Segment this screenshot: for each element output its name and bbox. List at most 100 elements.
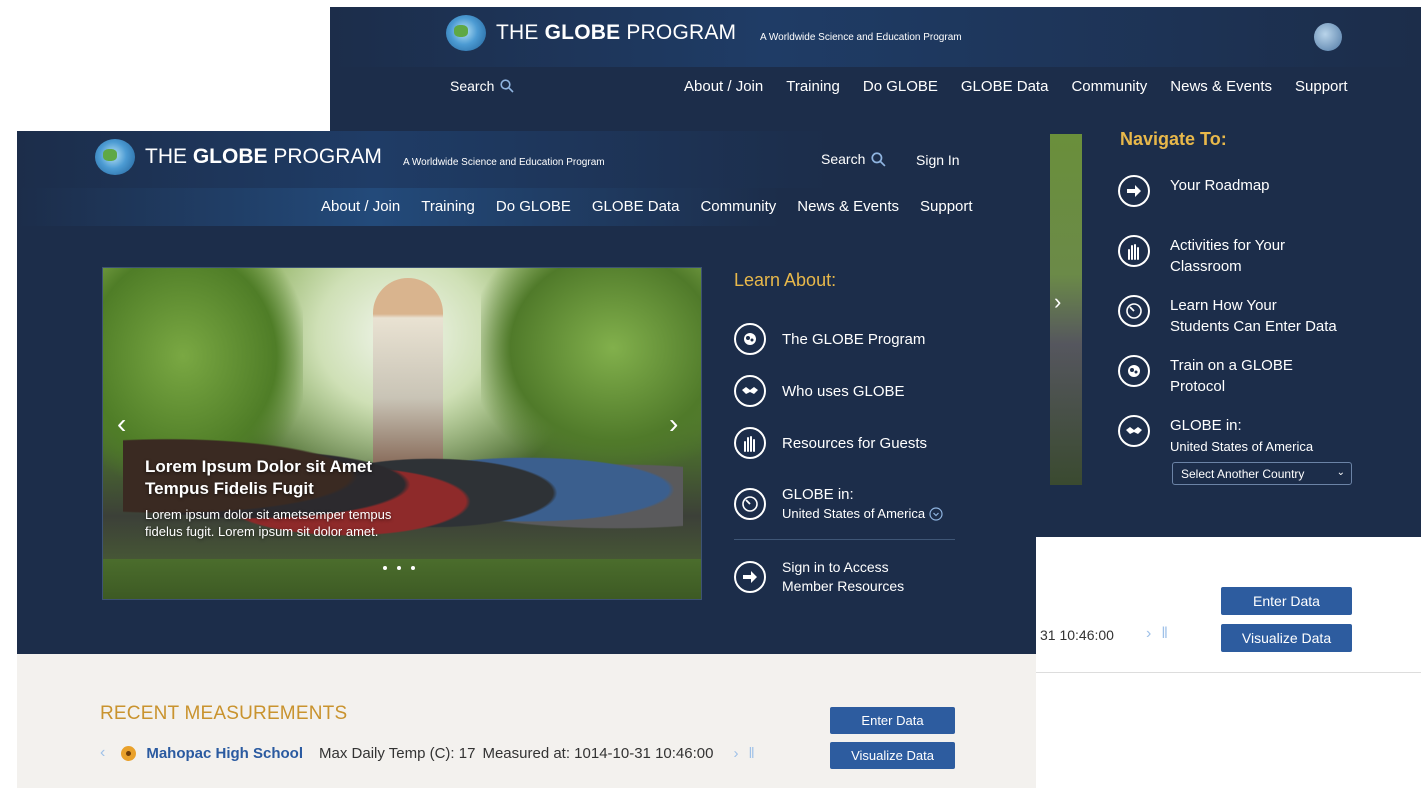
back-visualize-data-button[interactable]: Visualize Data xyxy=(1221,624,1352,652)
search-icon xyxy=(871,151,886,167)
hero-caption: Lorem Ipsum Dolor sit Amet Tempus Fideli… xyxy=(145,456,405,540)
navigate-item-label-2: Protocol xyxy=(1170,378,1226,395)
hero-image-grass xyxy=(103,559,701,599)
chevron-down-icon: ⌄ xyxy=(1336,467,1345,478)
navigate-item-activities[interactable]: Activities for Your Classroom xyxy=(1118,235,1337,295)
handshake-icon xyxy=(734,375,766,407)
pause-icon[interactable]: ‖ xyxy=(1161,625,1178,642)
search[interactable]: Search xyxy=(821,151,886,167)
learn-item-globe-program[interactable]: The GLOBE Program xyxy=(734,313,943,365)
arrow-right-icon xyxy=(1118,175,1150,207)
back-nav-about[interactable]: About / Join xyxy=(684,78,763,95)
navigate-to-list: Your Roadmap Activities for Your Classroo… xyxy=(1118,175,1337,475)
learn-item-globe-in[interactable]: GLOBE in: United States of America xyxy=(734,469,943,539)
back-enter-data-button[interactable]: Enter Data xyxy=(1221,587,1352,615)
navigate-item-label-2: Classroom xyxy=(1170,258,1242,275)
nav-about[interactable]: About / Join xyxy=(321,198,400,215)
back-nav-community[interactable]: Community xyxy=(1071,78,1147,95)
back-nav-do-globe[interactable]: Do GLOBE xyxy=(863,78,938,95)
navigate-item-enter-data[interactable]: Learn How Your Students Can Enter Data xyxy=(1118,295,1337,355)
country-select[interactable]: Select Another Country ⌄ xyxy=(1172,462,1352,485)
learn-item-label: GLOBE in: xyxy=(782,486,854,503)
navigate-to-title: Navigate To: xyxy=(1120,129,1227,149)
nav-community[interactable]: Community xyxy=(700,198,776,215)
recent-measurements-section: RECENT MEASUREMENTS ‹ Mahopac High Schoo… xyxy=(17,654,1036,788)
chevron-left-icon[interactable]: ‹ xyxy=(117,408,126,440)
navigate-item-label: Learn How Your xyxy=(1170,297,1277,314)
navigate-item-label: Your Roadmap xyxy=(1170,177,1270,194)
back-carousel-controls: ›‖ xyxy=(1146,625,1178,643)
recent-measurements-title: RECENT MEASUREMENTS xyxy=(100,703,348,724)
learn-item-label: The GLOBE Program xyxy=(782,330,926,348)
country-selector: United States of America xyxy=(782,504,943,523)
learn-item-who-uses[interactable]: Who uses GLOBE xyxy=(734,365,943,417)
carousel-dot[interactable] xyxy=(397,566,401,570)
carousel-dot[interactable] xyxy=(383,566,387,570)
learn-item-label: Resources for Guests xyxy=(782,434,928,452)
measurement-value: Max Daily Temp (C): 17 xyxy=(319,744,476,762)
nav-do-globe[interactable]: Do GLOBE xyxy=(496,198,571,215)
back-nav-globe-data[interactable]: GLOBE Data xyxy=(961,78,1049,95)
country-select-label: Select Another Country xyxy=(1181,466,1305,481)
learn-item-resources[interactable]: Resources for Guests xyxy=(734,417,943,469)
enter-data-button[interactable]: Enter Data xyxy=(830,707,955,734)
front-screen: THE GLOBE PROGRAM A Worldwide Science an… xyxy=(17,131,1036,788)
back-timestamp: 31 10:46:00 xyxy=(1040,627,1114,643)
back-main-nav: About / Join Training Do GLOBE GLOBE Dat… xyxy=(684,78,1348,95)
measurement-ticker: ‹ Mahopac High School Max Daily Temp (C)… xyxy=(100,744,765,762)
hero-carousel[interactable]: ‹ › Lorem Ipsum Dolor sit Amet Tempus Fi… xyxy=(102,267,702,600)
hands-icon xyxy=(734,427,766,459)
sign-in-member-resources[interactable]: Sign in to Access Member Resources xyxy=(734,558,904,596)
nav-news-events[interactable]: News & Events xyxy=(797,198,899,215)
user-avatar[interactable] xyxy=(1314,23,1342,51)
navigate-item-label: Activities for Your xyxy=(1170,237,1286,254)
navigate-item-roadmap[interactable]: Your Roadmap xyxy=(1118,175,1337,235)
ticker-controls: ›‖ xyxy=(733,745,764,762)
back-lower-panel: 31 10:46:00 ›‖ Enter Data Visualize Data xyxy=(1036,537,1421,673)
back-nav-training[interactable]: Training xyxy=(786,78,840,95)
hands-icon xyxy=(1118,235,1150,267)
handshake-icon xyxy=(1118,415,1150,447)
navigate-item-protocol[interactable]: Train on a GLOBE Protocol xyxy=(1118,355,1337,415)
globe-logo-icon xyxy=(446,15,486,51)
nav-globe-data[interactable]: GLOBE Data xyxy=(592,198,680,215)
brand-name: THE GLOBE PROGRAM xyxy=(145,145,382,168)
back-nav-support[interactable]: Support xyxy=(1295,78,1348,95)
hero-headline: Lorem Ipsum Dolor sit Amet Tempus Fideli… xyxy=(145,457,373,498)
carousel-dot[interactable] xyxy=(411,566,415,570)
sign-in-link[interactable]: Sign In xyxy=(916,152,960,168)
logo[interactable]: THE GLOBE PROGRAM xyxy=(95,139,382,175)
visualize-data-button[interactable]: Visualize Data xyxy=(830,742,955,769)
chevron-right-icon[interactable]: › xyxy=(733,745,748,762)
chevron-left-icon[interactable]: ‹ xyxy=(100,744,105,762)
back-search[interactable]: Search xyxy=(450,78,514,94)
country-name: United States of America xyxy=(782,506,926,521)
navigate-item-country: United States of America xyxy=(1170,439,1314,454)
back-logo[interactable]: THE GLOBE PROGRAM xyxy=(446,15,736,51)
tagline: A Worldwide Science and Education Progra… xyxy=(403,157,605,168)
arrow-right-icon xyxy=(734,561,766,593)
chevron-right-icon[interactable]: › xyxy=(1146,625,1161,642)
navigate-item-label-2: Students Can Enter Data xyxy=(1170,318,1337,335)
nav-training[interactable]: Training xyxy=(421,198,475,215)
pause-icon[interactable]: ‖ xyxy=(748,745,764,762)
learn-about-title: Learn About: xyxy=(734,270,837,290)
chevron-right-icon[interactable]: › xyxy=(1054,289,1061,315)
school-link[interactable]: Mahopac High School xyxy=(146,745,303,762)
back-brand: THE GLOBE PROGRAM xyxy=(496,21,737,44)
chevron-right-icon[interactable]: › xyxy=(669,408,678,440)
navigate-item-label: Train on a GLOBE xyxy=(1170,357,1293,374)
chevron-down-circle-icon[interactable] xyxy=(929,506,943,521)
back-nav-news-events[interactable]: News & Events xyxy=(1170,78,1272,95)
globe-logo-icon xyxy=(95,139,135,175)
carousel-dots[interactable] xyxy=(383,566,415,570)
learn-about-list: The GLOBE Program Who uses GLOBE Resourc… xyxy=(734,313,943,539)
search-icon xyxy=(500,79,514,93)
main-nav: About / Join Training Do GLOBE GLOBE Dat… xyxy=(321,198,973,215)
sign-in-line-2: Member Resources xyxy=(782,578,905,594)
learn-item-label: Who uses GLOBE xyxy=(782,382,905,400)
nav-support[interactable]: Support xyxy=(920,198,973,215)
brain-icon xyxy=(734,323,766,355)
divider xyxy=(734,539,955,540)
compass-icon xyxy=(734,488,766,520)
